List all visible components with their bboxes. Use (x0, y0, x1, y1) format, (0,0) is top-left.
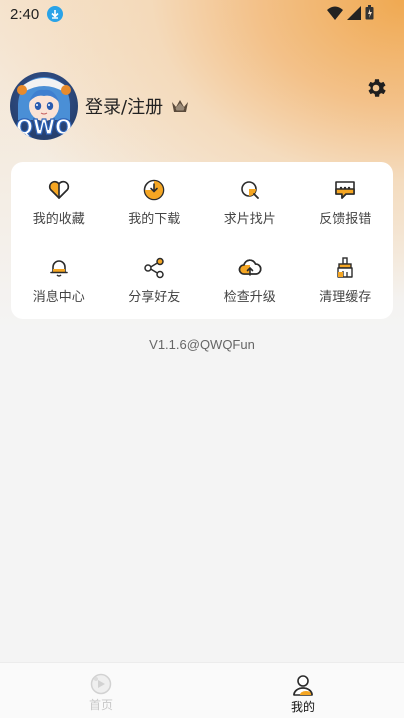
tab-mine[interactable]: 我的 (202, 663, 404, 718)
menu-item-label: 分享好友 (128, 290, 181, 305)
menu-item-label: 我的收藏 (32, 212, 85, 227)
share-icon (142, 256, 166, 280)
crown-icon (172, 100, 189, 112)
wifi-icon (327, 6, 343, 20)
status-time: 2:40 (10, 5, 40, 23)
clean-icon (333, 256, 357, 280)
menu-item-label: 消息中心 (32, 290, 85, 305)
avatar-logo-text: QWQ (16, 115, 72, 139)
signal-icon (347, 5, 361, 20)
tab-home-label: 首页 (88, 698, 113, 712)
menu-item-messages[interactable]: 消息中心 (11, 240, 107, 319)
profile-section: QWQ 登录/注册 (10, 72, 189, 140)
heart-icon (47, 178, 71, 202)
cloud-upload-icon (238, 256, 262, 280)
bell-icon (47, 256, 71, 280)
login-register-link[interactable]: 登录/注册 (85, 93, 163, 119)
feedback-icon (333, 178, 357, 202)
tab-mine-label: 我的 (290, 700, 315, 714)
avatar[interactable]: QWQ (10, 72, 78, 140)
menu-item-downloads[interactable]: 我的下载 (107, 162, 203, 240)
menu-item-label: 求片找片 (223, 212, 276, 227)
version-label: V1.1.6@QWQFun (149, 337, 255, 352)
menu-item-label: 我的下载 (128, 212, 181, 227)
menu-card: 我的收藏 我的下载 求片找片 反馈报错 消息中心 分享好友 检查升级 清理缓存 (11, 162, 393, 319)
download-icon (142, 178, 166, 202)
download-notification-icon (47, 6, 64, 22)
menu-item-label: 反馈报错 (319, 212, 372, 227)
menu-item-request-film[interactable]: 求片找片 (202, 162, 298, 240)
gear-icon[interactable] (364, 76, 388, 100)
menu-item-label: 检查升级 (223, 290, 276, 305)
tab-home[interactable]: 首页 (0, 663, 202, 718)
menu-item-check-update[interactable]: 检查升级 (202, 240, 298, 319)
avatar-image: QWQ (15, 77, 73, 140)
search-film-icon (238, 178, 262, 202)
status-bar: 2:40 (0, 0, 404, 28)
home-icon (90, 673, 112, 695)
menu-item-clear-cache[interactable]: 清理缓存 (298, 240, 394, 319)
mine-icon (293, 675, 313, 696)
menu-item-feedback[interactable]: 反馈报错 (298, 162, 394, 240)
menu-item-favorites[interactable]: 我的收藏 (11, 162, 107, 240)
menu-item-share[interactable]: 分享好友 (107, 240, 203, 319)
bottom-nav: 首页 我的 (0, 662, 404, 718)
battery-icon (365, 5, 374, 20)
menu-item-label: 清理缓存 (319, 290, 372, 305)
